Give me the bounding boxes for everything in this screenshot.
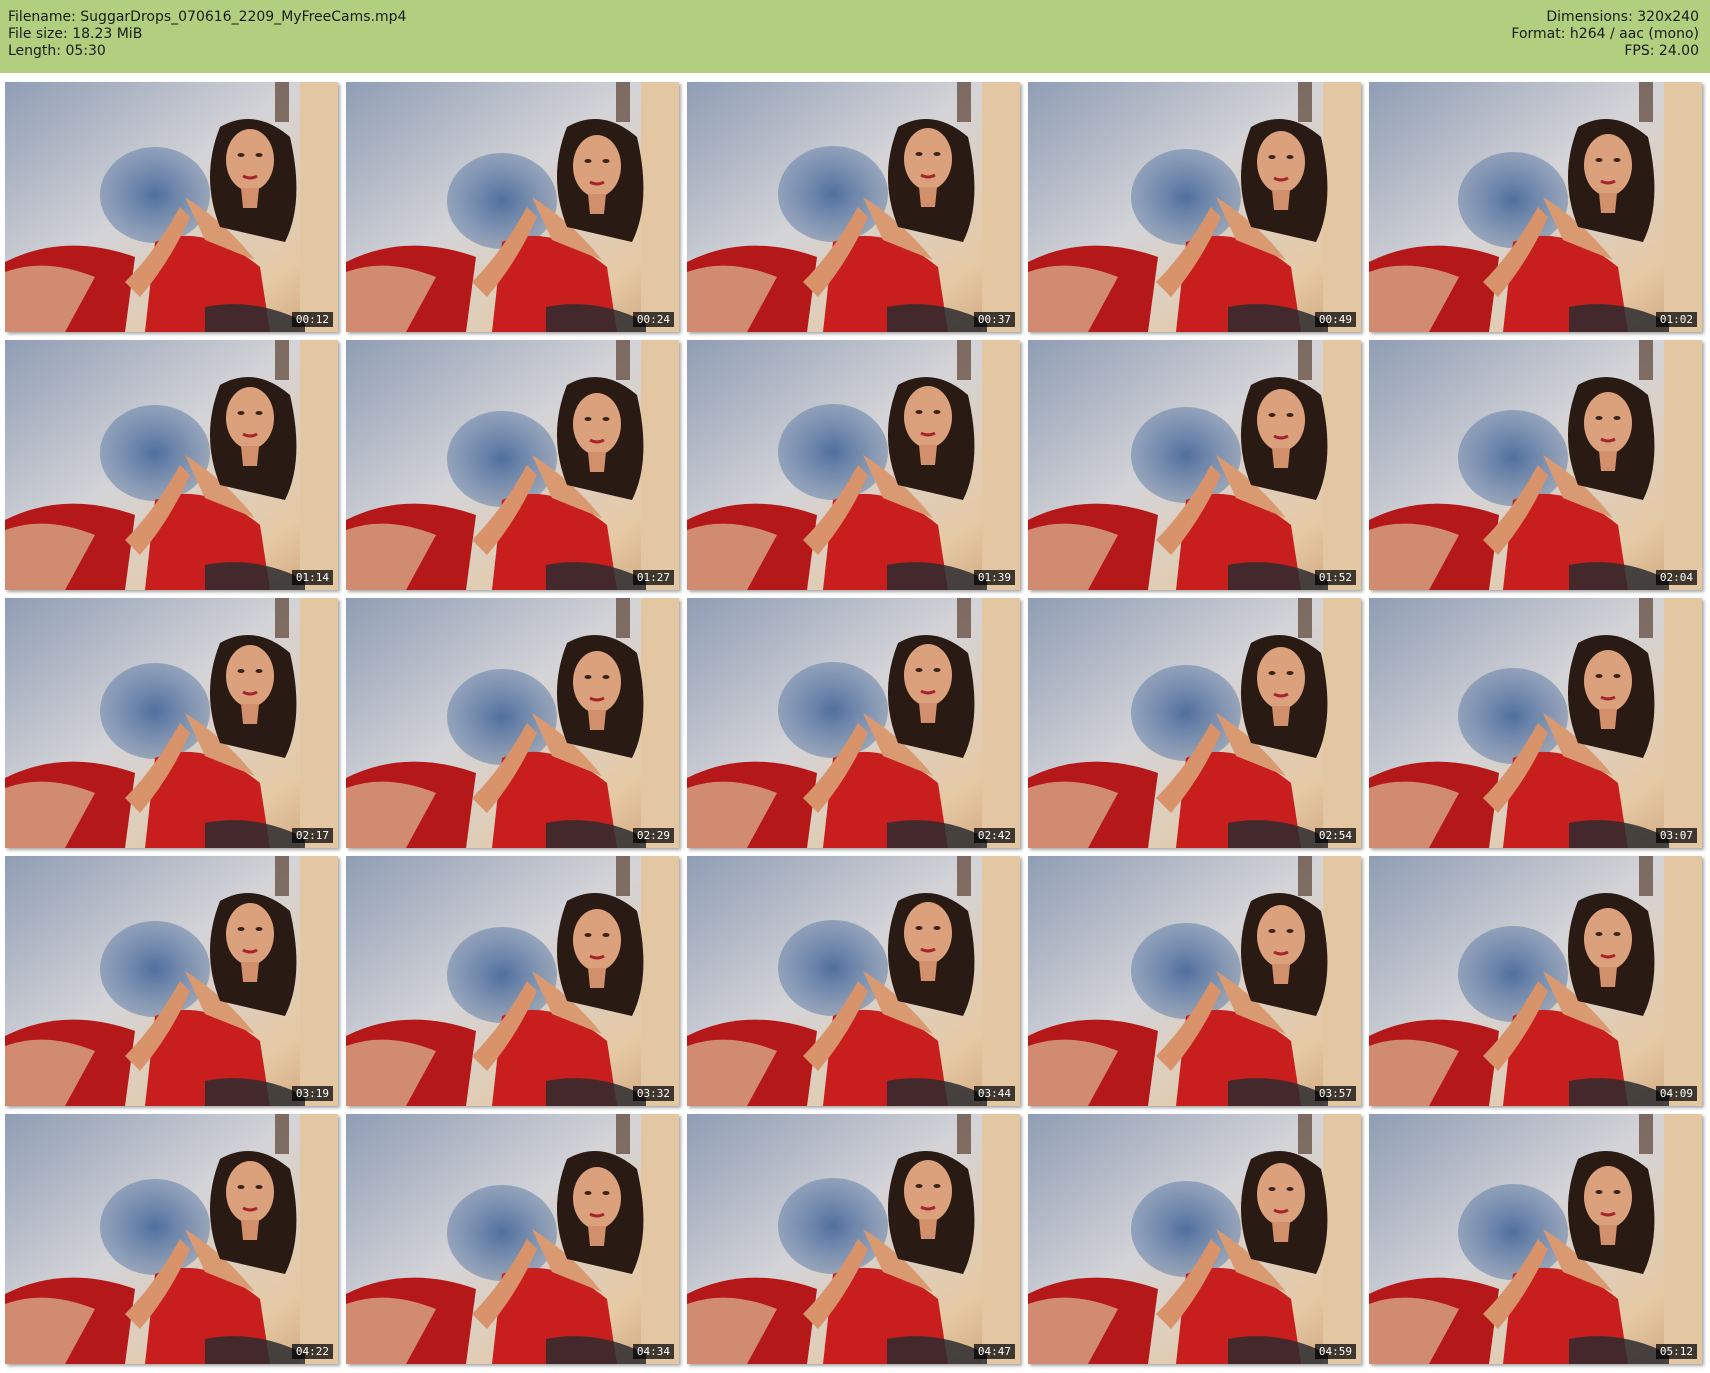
thumbnail-frame[interactable]: 04:09: [1369, 856, 1702, 1106]
timestamp-label: 04:47: [973, 1344, 1015, 1359]
video-frame-image: [346, 856, 679, 1106]
timestamp-label: 03:19: [291, 1086, 333, 1101]
thumbnail-frame[interactable]: 02:42: [687, 598, 1020, 848]
video-frame-image: [1369, 1114, 1702, 1364]
thumbnail-frame[interactable]: 04:22: [5, 1114, 338, 1364]
timestamp-label: 00:37: [973, 312, 1015, 327]
timestamp-label: 04:09: [1655, 1086, 1697, 1101]
video-frame-image: [5, 598, 338, 848]
video-frame-image: [5, 856, 338, 1106]
thumbnail-frame[interactable]: 03:07: [1369, 598, 1702, 848]
video-frame-image: [1028, 1114, 1361, 1364]
video-frame-image: [346, 598, 679, 848]
video-frame-image: [1028, 598, 1361, 848]
thumbnail-frame[interactable]: 01:14: [5, 340, 338, 590]
timestamp-label: 02:04: [1655, 570, 1697, 585]
video-frame-image: [346, 340, 679, 590]
video-frame-image: [1369, 82, 1702, 332]
thumbnail-frame[interactable]: 01:52: [1028, 340, 1361, 590]
timestamp-label: 02:17: [291, 828, 333, 843]
timestamp-label: 00:24: [632, 312, 674, 327]
timestamp-label: 03:32: [632, 1086, 674, 1101]
thumbnail-grid: 00:12 00:24 00:37 00:49 01:02 01:14 01:27 01:39…: [5, 82, 1705, 1369]
thumbnail-frame[interactable]: 04:34: [346, 1114, 679, 1364]
thumbnail-frame[interactable]: 00:37: [687, 82, 1020, 332]
video-frame-image: [346, 82, 679, 332]
file-info-right: Dimensions: 320x240 Format: h264 / aac (…: [1511, 9, 1699, 60]
video-frame-image: [1369, 598, 1702, 848]
file-info-left: Filename: SuggarDrops_070616_2209_MyFree…: [8, 9, 406, 60]
thumbnail-frame[interactable]: 02:17: [5, 598, 338, 848]
thumbnail-frame[interactable]: 03:44: [687, 856, 1020, 1106]
thumbnail-frame[interactable]: 01:39: [687, 340, 1020, 590]
video-frame-image: [1028, 82, 1361, 332]
thumbnail-frame[interactable]: 02:04: [1369, 340, 1702, 590]
timestamp-label: 01:27: [632, 570, 674, 585]
thumbnail-frame[interactable]: 02:54: [1028, 598, 1361, 848]
video-frame-image: [1369, 340, 1702, 590]
timestamp-label: 01:52: [1314, 570, 1356, 585]
thumbnail-frame[interactable]: 03:32: [346, 856, 679, 1106]
video-frame-image: [5, 1114, 338, 1364]
timestamp-label: 03:07: [1655, 828, 1697, 843]
timestamp-label: 03:57: [1314, 1086, 1356, 1101]
thumbnail-frame[interactable]: 05:12: [1369, 1114, 1702, 1364]
timestamp-label: 02:42: [973, 828, 1015, 843]
timestamp-label: 02:54: [1314, 828, 1356, 843]
thumbnail-frame[interactable]: 04:47: [687, 1114, 1020, 1364]
timestamp-label: 00:12: [291, 312, 333, 327]
filename-text: Filename: SuggarDrops_070616_2209_MyFree…: [8, 9, 407, 25]
dimensions-text: Dimensions: 320x240: [1546, 9, 1699, 25]
thumbnail-frame[interactable]: 00:12: [5, 82, 338, 332]
timestamp-label: 02:29: [632, 828, 674, 843]
video-frame-image: [1028, 340, 1361, 590]
timestamp-label: 04:59: [1314, 1344, 1356, 1359]
video-frame-image: [687, 856, 1020, 1106]
timestamp-label: 00:49: [1314, 312, 1356, 327]
timestamp-label: 04:34: [632, 1344, 674, 1359]
video-frame-image: [5, 82, 338, 332]
timestamp-label: 01:39: [973, 570, 1015, 585]
timestamp-label: 05:12: [1655, 1344, 1697, 1359]
thumbnail-frame[interactable]: 00:49: [1028, 82, 1361, 332]
video-frame-image: [1028, 856, 1361, 1106]
fps-text: FPS: 24.00: [1624, 43, 1699, 59]
video-frame-image: [346, 1114, 679, 1364]
timestamp-label: 04:22: [291, 1344, 333, 1359]
video-frame-image: [687, 598, 1020, 848]
length-text: Length: 05:30: [8, 43, 106, 59]
video-frame-image: [687, 340, 1020, 590]
timestamp-label: 01:14: [291, 570, 333, 585]
video-frame-image: [1369, 856, 1702, 1106]
thumbnail-frame[interactable]: 04:59: [1028, 1114, 1361, 1364]
filesize-text: File size: 18.23 MiB: [8, 26, 143, 42]
video-frame-image: [687, 1114, 1020, 1364]
thumbnail-frame[interactable]: 01:27: [346, 340, 679, 590]
video-frame-image: [687, 82, 1020, 332]
thumbnail-frame[interactable]: 00:24: [346, 82, 679, 332]
thumbnail-frame[interactable]: 03:19: [5, 856, 338, 1106]
timestamp-label: 01:02: [1655, 312, 1697, 327]
timestamp-label: 03:44: [973, 1086, 1015, 1101]
video-frame-image: [5, 340, 338, 590]
thumbnail-frame[interactable]: 02:29: [346, 598, 679, 848]
format-text: Format: h264 / aac (mono): [1511, 26, 1699, 42]
thumbnail-frame[interactable]: 03:57: [1028, 856, 1361, 1106]
thumbnail-frame[interactable]: 01:02: [1369, 82, 1702, 332]
info-header: Filename: SuggarDrops_070616_2209_MyFree…: [0, 0, 1710, 73]
